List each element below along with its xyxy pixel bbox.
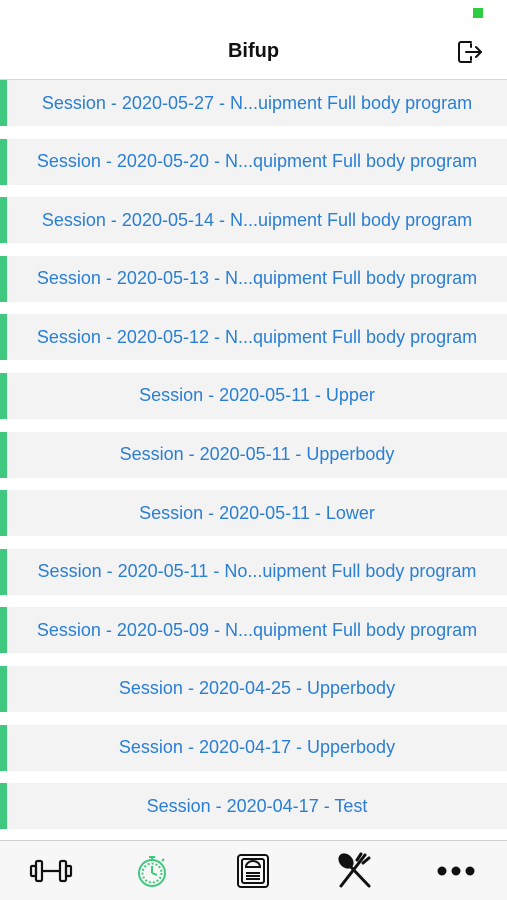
session-row[interactable]: Session - 2020-05-14 - N...uipment Full … [0,197,507,244]
session-label: Session - 2020-05-11 - Upper [139,385,375,406]
tab-measurements[interactable] [223,846,283,896]
session-row[interactable]: Session - 2020-05-27 - N...uipment Full … [0,80,507,126]
fork-spoon-icon [338,852,371,887]
session-row[interactable]: Session - 2020-05-11 - No...uipment Full… [0,548,507,595]
session-row[interactable]: Session - 2020-05-11 - Lower [0,490,507,537]
session-label: Session - 2020-05-11 - No...uipment Full… [37,561,477,582]
session-label: Session - 2020-05-13 - N...quipment Full… [36,268,478,289]
scale-icon [237,853,270,888]
session-row[interactable]: Session - 2020-05-13 - N...quipment Full… [0,255,507,302]
session-row[interactable]: Session - 2020-05-12 - N...quipment Full… [0,314,507,361]
tab-workouts[interactable] [21,846,81,896]
session-label: Session - 2020-05-20 - N...quipment Full… [36,151,478,172]
page-title: Bifup [227,40,280,62]
session-label: Session - 2020-05-12 - N...quipment Full… [36,326,478,347]
session-row[interactable]: Session - 2020-04-25 - Upperbody [0,665,507,712]
session-label: Session - 2020-05-09 - N...quipment Full… [36,619,478,640]
session-label: Session - 2020-05-11 - Upperbody [119,444,395,465]
logout-icon [458,41,482,63]
status-bar [0,0,507,22]
session-label: Session - 2020-05-14 - N...uipment Full … [41,209,473,230]
session-row[interactable]: Session - 2020-04-17 - Upperbody [0,724,507,771]
battery-icon [473,8,483,18]
dumbbell-icon [29,859,72,882]
session-row[interactable]: Session - 2020-05-11 - Upperbody [0,431,507,478]
stopwatch-icon [138,855,167,887]
tab-bar [0,840,507,900]
session-label: Session - 2020-04-17 - Test [146,795,368,816]
session-list: Session - 2020-05-27 - N...uipment Full … [0,80,507,840]
more-icon [437,866,475,875]
tab-sessions[interactable] [122,846,182,896]
session-label: Session - 2020-05-27 - N...uipment Full … [41,92,473,113]
session-row[interactable]: Session - 2020-05-20 - N...quipment Full… [0,138,507,185]
session-label: Session - 2020-04-17 - Upperbody [118,737,396,758]
session-row[interactable]: Session - 2020-05-09 - N...quipment Full… [0,607,507,654]
session-label: Session - 2020-04-25 - Upperbody [118,678,396,699]
tab-nutrition[interactable] [325,846,385,896]
tab-more[interactable] [426,846,486,896]
navigation-bar: Bifup [0,22,507,80]
session-row[interactable]: Session - 2020-04-17 - Test [0,783,507,830]
logout-button[interactable] [453,36,485,68]
session-row[interactable]: Session - 2020-05-11 - Upper [0,372,507,419]
session-label: Session - 2020-05-11 - Lower [139,502,375,523]
